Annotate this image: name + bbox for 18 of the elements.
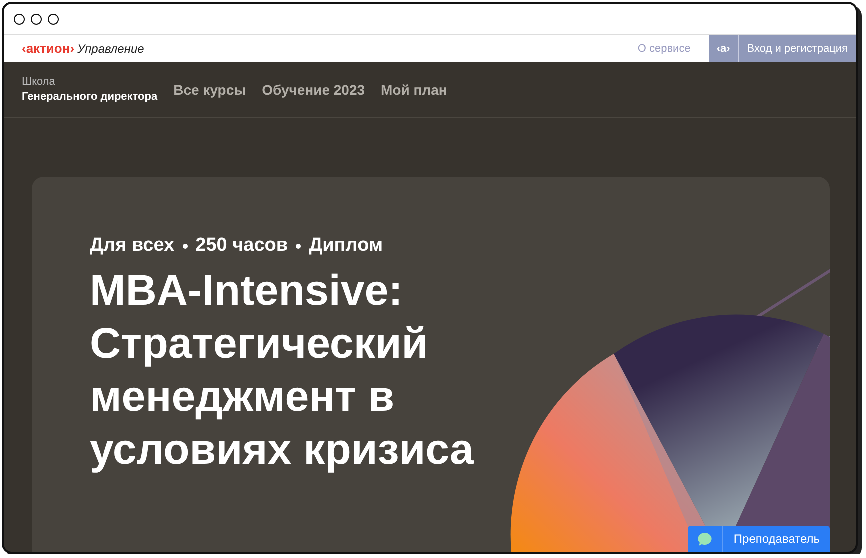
logo-brand[interactable]: ‹актион›: [22, 41, 75, 56]
course-meta: 250 часов: [196, 235, 288, 257]
logo-product[interactable]: Управление: [78, 42, 144, 56]
school-name[interactable]: Генерального директора: [22, 91, 158, 103]
chat-bubble-icon: [698, 532, 712, 546]
bullet-icon: [296, 244, 302, 248]
nav-link[interactable]: Мой план: [381, 82, 448, 98]
window-control-icon[interactable]: [48, 14, 59, 24]
bullet-icon: [182, 244, 188, 248]
course-meta: Диплом: [309, 235, 383, 257]
nav-link[interactable]: Обучение 2023: [262, 82, 366, 98]
course-meta: Для всех: [90, 235, 175, 257]
window-control-icon[interactable]: [31, 14, 42, 24]
window-control-icon[interactable]: [14, 14, 25, 24]
nav-link[interactable]: Все курсы: [174, 82, 246, 98]
course-title: MBA-Intensive: Стратегический менеджмент в условиях кризиса: [90, 266, 474, 476]
chat-button[interactable]: Преподаватель: [688, 526, 830, 552]
school-caption[interactable]: Школа: [22, 76, 158, 88]
